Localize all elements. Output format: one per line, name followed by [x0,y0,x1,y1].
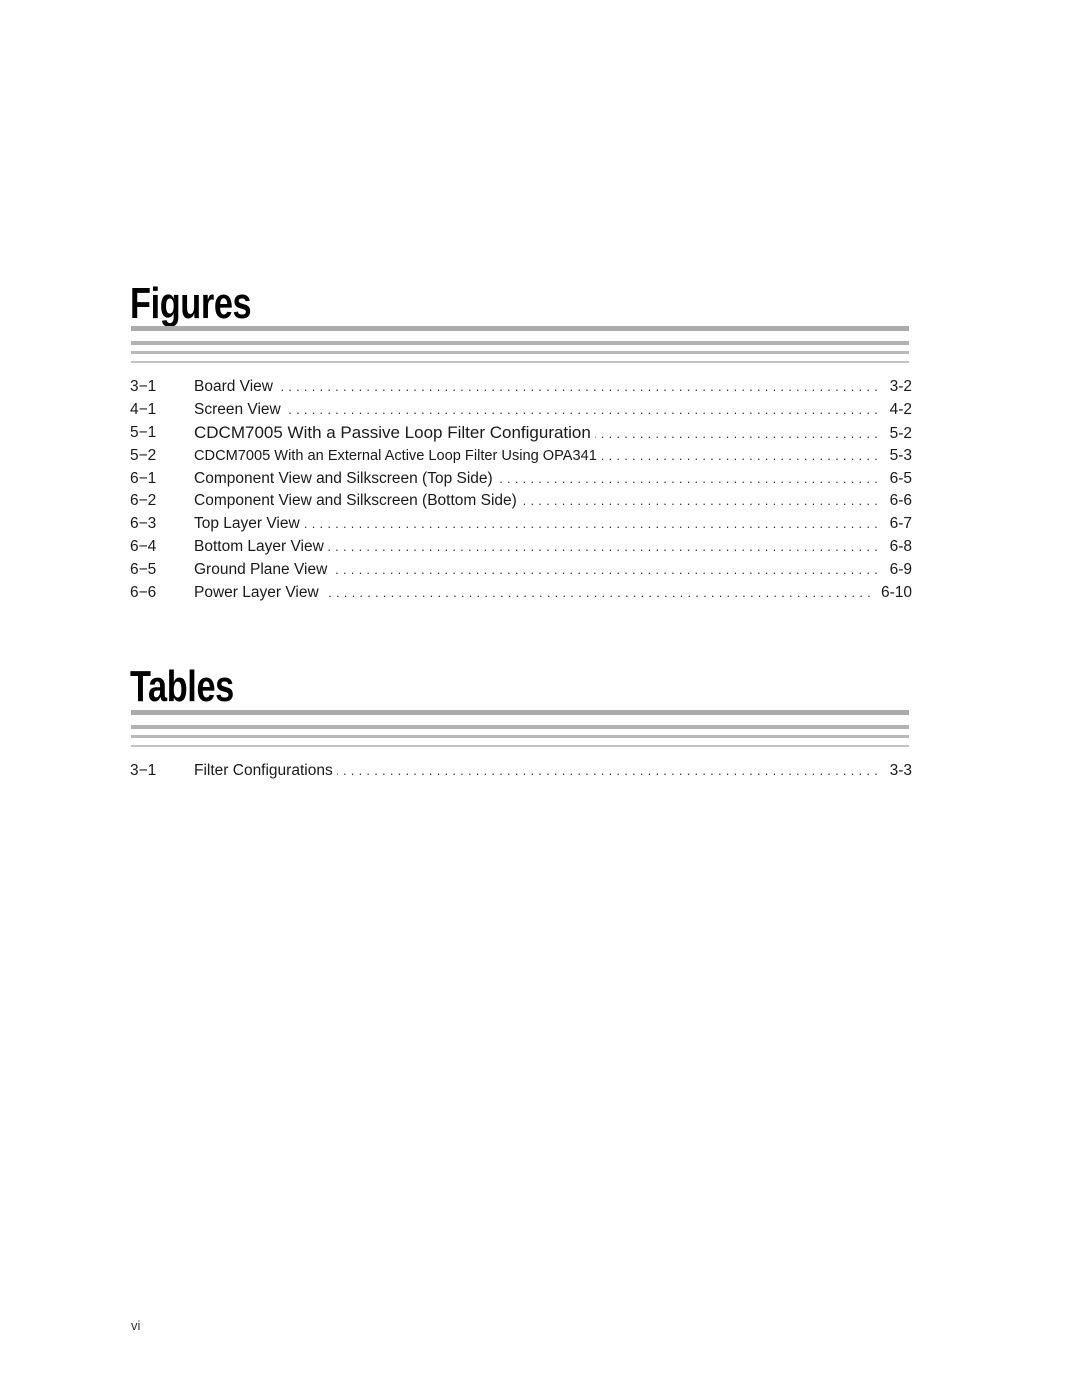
dot-leader: ........................................… [331,562,882,578]
dot-leader: ........................................… [594,425,882,441]
figure-page-number[interactable]: 6-10 [875,582,912,605]
dot-leader: ........................................… [327,539,882,555]
figure-entry[interactable]: 4−1 Screen View..........................… [130,399,912,422]
figure-number: 6−6 [130,584,157,602]
figure-entry-line: Power Layer View........................… [194,582,912,605]
figures-heading: Figures [130,279,252,328]
rule-divider [131,326,909,331]
dot-leader: ........................................… [285,401,882,417]
figure-entry-line: Top Layer View..........................… [194,513,912,536]
figure-title[interactable]: Screen View [194,399,285,422]
figure-number: 3−1 [130,378,157,395]
rule-divider [131,725,909,729]
dot-leader: ........................................… [277,379,882,394]
figure-entry[interactable]: 6−4 Bottom Layer View....................… [130,536,912,559]
figure-title[interactable]: Bottom Layer View [194,536,328,559]
figure-page-number[interactable]: 6-6 [882,490,912,513]
figure-entry-line: Component View and Silkscreen (Bottom Si… [194,490,912,513]
rule-divider [131,735,909,738]
figure-entry-line: CDCM7005 With a Passive Loop Filter Conf… [194,422,912,446]
list-of-tables: 3−1 Filter Configurations................… [130,760,912,783]
figure-page-number[interactable]: 6-5 [882,468,912,491]
figure-entry-line: Bottom Layer View.......................… [194,536,912,559]
dot-leader: ........................................… [520,493,882,509]
figure-number: 5−2 [130,446,157,464]
table-title[interactable]: Filter Configurations [194,760,337,783]
figure-entry[interactable]: 3−1 Board View...........................… [130,376,912,399]
rule-divider [131,351,909,354]
dot-leader: ........................................… [600,447,882,463]
rule-divider [131,710,909,715]
figure-page-number[interactable]: 5-2 [882,423,912,446]
table-entry[interactable]: 3−1 Filter Configurations................… [130,760,912,783]
figure-entry[interactable]: 6−2 Component View and Silkscreen (Bottom… [130,490,912,513]
dot-leader: ........................................… [322,585,875,601]
dot-leader: ........................................… [303,516,882,532]
figure-entry[interactable]: 6−5 Ground Plane View....................… [130,559,912,582]
rule-divider [131,341,909,345]
figure-title[interactable]: CDCM7005 With an External Active Loop Fi… [194,445,601,468]
figure-number: 6−5 [130,561,157,579]
figure-title[interactable]: Power Layer View [194,582,323,605]
rule-divider [131,745,909,747]
figure-entry[interactable]: 6−6 Power Layer View.....................… [130,582,912,605]
dot-leader: ........................................… [337,763,882,778]
figure-entry-line: Ground Plane View.......................… [194,559,912,582]
figure-page-number[interactable]: 3-2 [882,376,912,399]
tables-heading: Tables [130,662,234,711]
figure-number: 5−1 [130,423,157,441]
dot-leader: ........................................… [496,470,882,486]
figure-number: 6−4 [130,538,157,556]
figure-number: 4−1 [130,400,157,418]
figure-entry[interactable]: 5−2 CDCM7005 With an External Active Loop… [130,445,912,468]
figure-entry-line: Screen View.............................… [194,399,912,422]
figure-number: 6−1 [130,469,157,487]
figure-entry-line: Component View and Silkscreen (Top Side)… [194,468,912,491]
figure-title[interactable]: Top Layer View [194,513,304,536]
figure-page-number[interactable]: 6-9 [882,559,912,582]
figure-entry-line: Board View..............................… [194,376,912,399]
list-of-figures: 3−1 Board View...........................… [130,376,912,605]
page-number: vi [131,1318,141,1333]
figure-title[interactable]: Ground Plane View [194,559,331,582]
rule-divider [131,361,909,363]
figure-entry[interactable]: 6−1 Component View and Silkscreen (Top Si… [130,468,912,491]
figure-title[interactable]: Board View [194,376,277,399]
figure-entry[interactable]: 5−1 CDCM7005 With a Passive Loop Filter C… [130,422,912,445]
table-page-number[interactable]: 3-3 [882,760,912,783]
figure-entry[interactable]: 6−3 Top Layer View.......................… [130,513,912,536]
figure-title[interactable]: CDCM7005 With a Passive Loop Filter Conf… [194,422,595,445]
figure-number: 6−3 [130,515,157,533]
figure-entry-line: CDCM7005 With an External Active Loop Fi… [194,445,912,468]
figure-title[interactable]: Component View and Silkscreen (Top Side) [194,468,497,491]
figure-page-number[interactable]: 6-7 [882,513,912,536]
figure-title[interactable]: Component View and Silkscreen (Bottom Si… [194,490,521,513]
figure-page-number[interactable]: 4-2 [882,399,912,422]
figure-page-number[interactable]: 6-8 [882,536,912,559]
table-number: 3−1 [130,762,157,779]
figure-number: 6−2 [130,492,157,510]
table-entry-line: Filter Configurations...................… [194,760,912,783]
figure-page-number[interactable]: 5-3 [882,445,912,468]
